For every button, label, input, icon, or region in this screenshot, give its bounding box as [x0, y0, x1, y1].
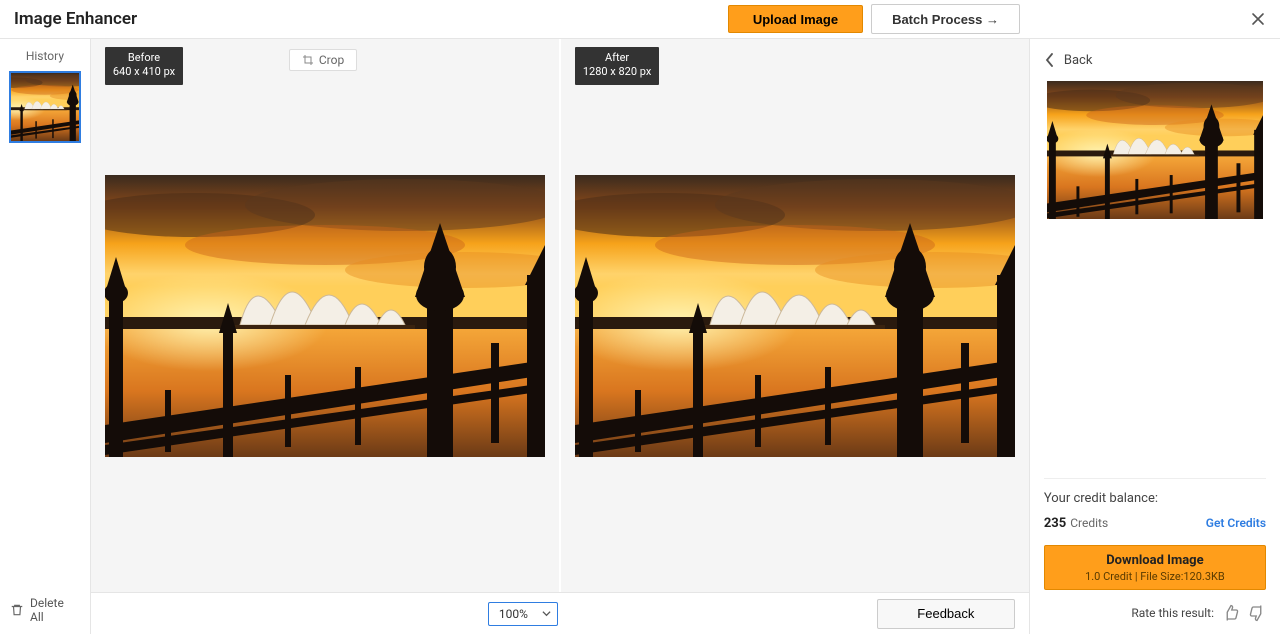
close-icon[interactable]: [1250, 11, 1266, 27]
rail-preview-image[interactable]: [1047, 81, 1263, 219]
after-image[interactable]: [575, 175, 1015, 457]
sidebar: History Delete All: [0, 39, 91, 634]
history-label: History: [0, 39, 90, 71]
zoom-select[interactable]: 100%: [488, 602, 558, 626]
credits-value: 235Credits: [1044, 516, 1108, 531]
rate-label: Rate this result:: [1131, 606, 1214, 620]
header: Image Enhancer Upload Image Batch Proces…: [0, 0, 1280, 39]
app-title: Image Enhancer: [14, 9, 137, 29]
crop-icon: [302, 54, 314, 66]
thumbs-down-icon[interactable]: [1248, 604, 1266, 622]
feedback-button[interactable]: Feedback: [877, 599, 1015, 629]
credit-balance-label: Your credit balance:: [1044, 491, 1266, 506]
chevron-down-icon: [542, 609, 551, 618]
after-panel: After 1280 x 820 px: [559, 39, 1029, 592]
right-rail: Back Your credit balance: 235Credits Get…: [1029, 39, 1280, 634]
download-image-button[interactable]: Download Image 1.0 Credit | File Size:12…: [1044, 545, 1266, 590]
back-button[interactable]: Back: [1044, 39, 1266, 81]
upload-image-button[interactable]: Upload Image: [728, 5, 863, 33]
before-panel: Before 640 x 410 px Crop: [91, 39, 559, 592]
batch-process-button[interactable]: Batch Process →: [871, 4, 1020, 34]
before-badge: Before 640 x 410 px: [105, 47, 183, 85]
history-thumbnail[interactable]: [9, 71, 81, 143]
get-credits-link[interactable]: Get Credits: [1206, 516, 1266, 530]
thumbs-up-icon[interactable]: [1222, 604, 1240, 622]
delete-all-label: Delete All: [30, 596, 80, 624]
after-badge: After 1280 x 820 px: [575, 47, 659, 85]
trash-icon: [10, 603, 24, 617]
chevron-left-icon: [1044, 53, 1056, 67]
delete-all-button[interactable]: Delete All: [0, 588, 90, 634]
main-compare-area: Before 640 x 410 px Crop: [91, 39, 1029, 634]
crop-button[interactable]: Crop: [289, 49, 357, 71]
back-label: Back: [1064, 53, 1093, 68]
bottom-bar: 100% Feedback: [91, 592, 1029, 634]
before-image[interactable]: [105, 175, 545, 457]
